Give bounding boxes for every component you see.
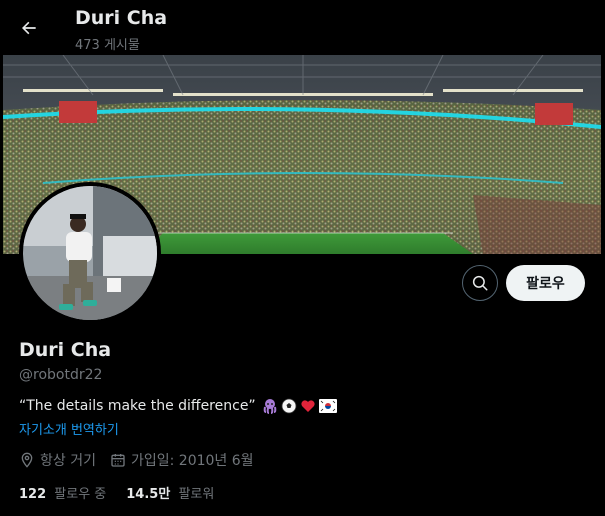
profile-header: Duri Cha 473 게시물 <box>0 0 605 55</box>
followers-count: 14.5만 <box>126 487 171 502</box>
following-label: 팔로우 중 <box>54 487 107 502</box>
joined-item: 가입일: 2010년 6월 <box>110 450 254 470</box>
octopus-emoji-icon <box>263 399 277 414</box>
following-link[interactable]: 122 팔로우 중 <box>19 483 106 502</box>
user-handle: @robotdr22 <box>19 367 103 383</box>
following-count: 122 <box>19 487 47 502</box>
joined-text: 가입일: 2010년 6월 <box>130 453 254 469</box>
soccer-ball-icon <box>281 398 297 414</box>
avatar[interactable] <box>19 182 161 324</box>
header-title: Duri Cha <box>75 7 168 29</box>
bio: “The details make the difference” <box>19 398 337 414</box>
translate-bio-link[interactable]: 자기소개 번역하기 <box>19 419 119 438</box>
bio-emojis <box>262 398 337 414</box>
search-icon <box>472 275 488 291</box>
arrow-left-icon <box>22 21 36 35</box>
avatar-photo <box>23 186 157 320</box>
bio-text: “The details make the difference” <box>19 398 256 414</box>
red-heart-icon <box>301 400 315 412</box>
follow-stats: 122 팔로우 중 14.5만 팔로워 <box>19 483 234 502</box>
display-name: Duri Cha <box>19 339 112 361</box>
south-korea-flag-icon <box>318 399 337 413</box>
search-posts-button[interactable] <box>462 265 498 301</box>
back-button[interactable] <box>10 9 48 47</box>
followers-link[interactable]: 14.5만 팔로워 <box>126 483 214 502</box>
location-item: 항상 거기 <box>19 450 96 470</box>
location-text: 항상 거기 <box>40 453 96 469</box>
followers-label: 팔로워 <box>178 487 215 502</box>
post-count: 473 게시물 <box>75 38 140 53</box>
location-pin-icon <box>21 452 33 468</box>
profile-meta: 항상 거기 가입일: 2010년 6월 <box>19 450 268 470</box>
calendar-icon <box>111 454 125 467</box>
follow-button[interactable]: 팔로우 <box>506 265 585 301</box>
